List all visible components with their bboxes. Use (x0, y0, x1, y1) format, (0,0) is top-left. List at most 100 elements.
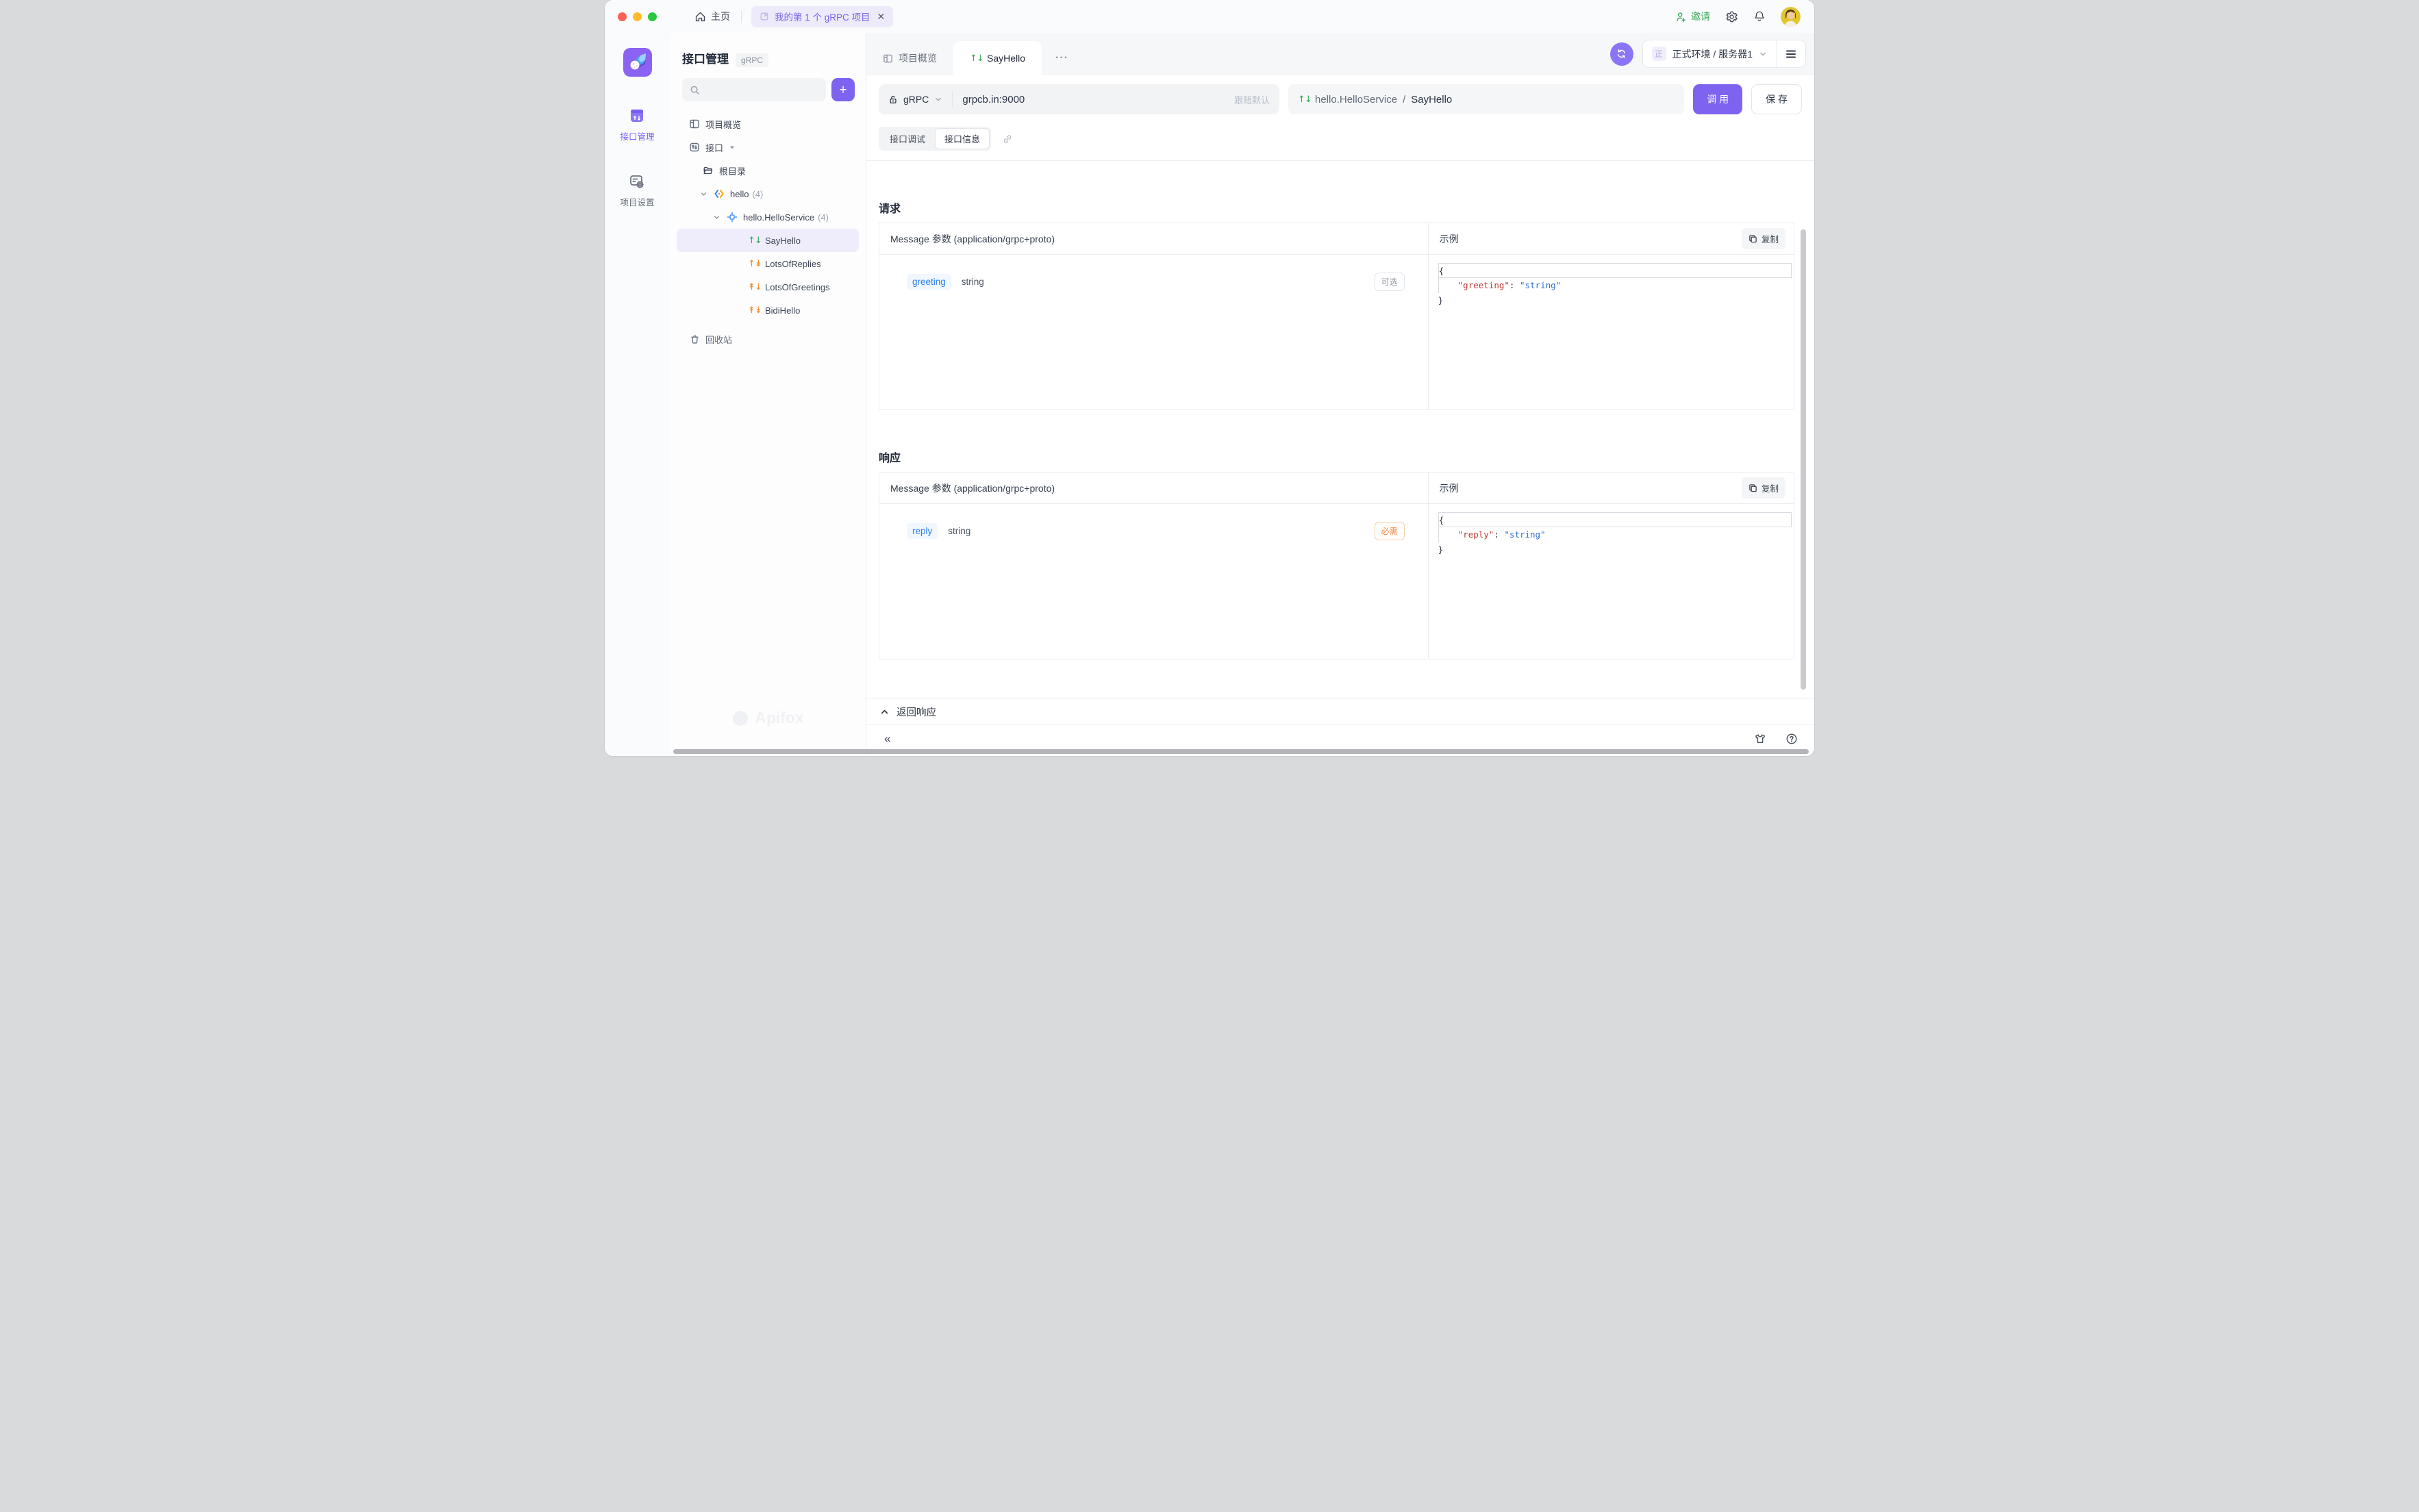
path-separator: / (1403, 94, 1405, 105)
tree-count: (4) (818, 212, 829, 223)
example-title: 示例 (1440, 481, 1459, 495)
request-example-header: 示例 复制 (1429, 223, 1794, 255)
save-button[interactable]: 保 存 (1751, 84, 1802, 114)
theme-tshirt-icon[interactable] (1754, 733, 1766, 745)
tree-label: 项目概览 (705, 118, 741, 131)
sidebar-item-project-overview[interactable]: 项目概览 (677, 112, 859, 136)
caret-down-icon[interactable] (729, 144, 737, 151)
rail-item-api-management[interactable]: 接口管理 (620, 107, 654, 142)
param-row-reply[interactable]: reply string 必需 (907, 522, 1405, 540)
app-window: 主页 我的第 1 个 gRPC 项目 ✕ 邀请 (605, 0, 1814, 756)
unary-call-icon: ↑↓ (1298, 94, 1309, 105)
example-title: 示例 (1440, 232, 1459, 246)
copy-label: 复制 (1762, 481, 1779, 494)
help-icon[interactable] (1785, 733, 1798, 745)
add-button[interactable]: + (831, 78, 855, 101)
chevron-up-icon (880, 707, 889, 716)
tab-api-info[interactable]: 接口信息 (935, 128, 990, 149)
share-link-icon[interactable] (1002, 134, 1013, 144)
tree-label: 接口 (705, 141, 723, 154)
copy-button[interactable]: 复制 (1742, 477, 1785, 499)
sidebar-item-method-bidihello[interactable]: ↟↡ BidiHello (677, 299, 859, 322)
copy-button[interactable]: 复制 (1742, 228, 1785, 249)
sidebar-item-proto-hello[interactable]: hello (4) (677, 182, 859, 205)
sidebar-panel: 接口管理 gRPC + 项目概览 (670, 33, 866, 756)
macos-minimize-button[interactable] (633, 12, 642, 21)
close-tab-icon[interactable]: ✕ (877, 11, 886, 23)
param-type: string (962, 277, 984, 287)
project-tab[interactable]: 我的第 1 个 gRPC 项目 ✕ (751, 6, 893, 27)
request-example-code[interactable]: { "greeting": "string" } (1429, 255, 1794, 308)
sidebar-item-method-sayhello[interactable]: ↑↓ SayHello (677, 229, 859, 252)
macos-close-button[interactable] (618, 12, 627, 21)
tab-api-debug[interactable]: 接口调试 (880, 128, 935, 149)
topbar-divider (741, 10, 742, 23)
invite-label: 邀请 (1691, 10, 1710, 23)
rail-api-label: 接口管理 (620, 129, 654, 142)
sidebar-item-method-lotsofreplies[interactable]: ↑↡ LotsOfReplies (677, 252, 859, 275)
response-example-code[interactable]: { "reply": "string" } (1429, 504, 1794, 557)
env-label: 正式环境 / 服务器1 (1672, 47, 1753, 61)
tab-label: SayHello (987, 53, 1025, 64)
env-menu-button[interactable] (1776, 40, 1805, 67)
sidebar-item-api-group[interactable]: 接口 (677, 136, 859, 159)
horizontal-scrollbar[interactable] (673, 749, 1809, 754)
macos-zoom-button[interactable] (648, 12, 657, 21)
sidebar-item-root-folder[interactable]: 根目录 (677, 159, 859, 182)
topbar-actions: 邀请 (1675, 7, 1814, 27)
url-input[interactable]: grpcb.in:9000 跟随默认 (953, 93, 1279, 106)
home-button[interactable]: 主页 (694, 10, 730, 23)
rail-settings-label: 项目设置 (620, 195, 654, 208)
request-params-header: Message 参数 (application/grpc+proto) (879, 223, 1428, 255)
param-row-greeting[interactable]: greeting string 可选 (907, 273, 1405, 291)
param-name: reply (907, 523, 938, 539)
notifications-bell-icon[interactable] (1753, 10, 1766, 23)
trash-icon (689, 334, 700, 344)
invite-person-plus-icon (1675, 11, 1687, 23)
url-hint: 跟随默认 (1234, 93, 1270, 106)
bidi-streaming-icon: ↟↡ (748, 305, 760, 316)
service-name: hello.HelloService (1315, 94, 1397, 105)
sidebar-item-method-lotsofgreetings[interactable]: ↟↓ LotsOfGreetings (677, 275, 859, 299)
document-tabbar: 项目概览 ↑↓ SayHello ··· 正 正式环境 / 服务器1 (866, 33, 1814, 75)
tab-sayhello[interactable]: ↑↓ SayHello (953, 41, 1042, 75)
environment-select[interactable]: 正 正式环境 / 服务器1 (1642, 40, 1806, 68)
search-input[interactable] (682, 78, 826, 101)
apifox-watermark: Apifox (670, 709, 866, 727)
chevron-down-icon[interactable] (700, 190, 708, 198)
response-panel: Message 参数 (application/grpc+proto) repl… (879, 472, 1794, 659)
collapse-sidebar-icon[interactable]: « (884, 732, 890, 746)
layout-icon (689, 118, 700, 129)
protocol-select[interactable]: gRPC (879, 91, 953, 108)
tree-label: SayHello (765, 236, 801, 246)
subtab-row: 接口调试 接口信息 (866, 114, 1814, 160)
sidebar-header: 接口管理 gRPC (670, 33, 866, 67)
macos-traffic-lights (605, 12, 657, 21)
optional-badge: 可选 (1375, 273, 1405, 291)
service-method-field[interactable]: ↑↓ hello.HelloService / SayHello (1288, 84, 1684, 114)
invoke-button[interactable]: 调 用 (1693, 84, 1742, 114)
lock-open-icon (888, 94, 898, 105)
rail-item-project-settings[interactable]: 项目设置 (620, 173, 654, 208)
user-avatar[interactable] (1781, 7, 1801, 27)
server-streaming-icon: ↑↡ (748, 259, 760, 269)
sync-button[interactable] (1610, 42, 1633, 66)
settings-gear-icon[interactable] (1725, 10, 1738, 23)
topbar: 主页 我的第 1 个 gRPC 项目 ✕ 邀请 (605, 0, 1814, 33)
sidebar-item-recycle-bin[interactable]: 回收站 (677, 327, 859, 351)
copy-label: 复制 (1762, 232, 1779, 245)
chevron-down-icon[interactable] (713, 214, 721, 221)
tree-label: LotsOfGreetings (765, 282, 830, 292)
client-streaming-icon: ↟↓ (748, 282, 760, 292)
sidebar-item-service-helloservice[interactable]: hello.HelloService (4) (677, 205, 859, 229)
tree-label: hello (730, 189, 749, 199)
tree-label: LotsOfReplies (765, 259, 821, 269)
tab-project-overview[interactable]: 项目概览 (866, 41, 953, 75)
invite-button[interactable]: 邀请 (1675, 10, 1710, 23)
return-response-toggle[interactable]: 返回响应 (866, 698, 1814, 724)
more-tabs-button[interactable]: ··· (1042, 41, 1082, 75)
param-type: string (948, 526, 970, 536)
tab-label: 项目概览 (899, 51, 937, 65)
vertical-scrollbar[interactable] (1801, 229, 1806, 690)
protocol-label: gRPC (903, 94, 929, 105)
